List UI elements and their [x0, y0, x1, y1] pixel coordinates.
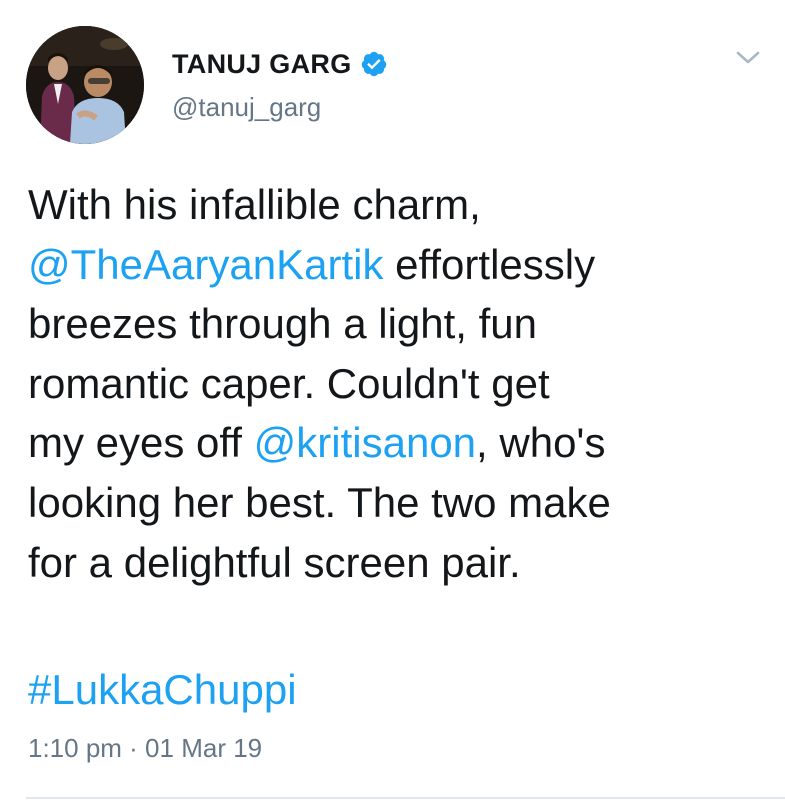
avatar-photo — [26, 26, 144, 144]
chevron-down-icon[interactable] — [733, 44, 763, 70]
tweet-text-line: With his infallible charm, — [28, 175, 748, 235]
tweet-text-segment: With his infallible charm, — [28, 181, 481, 228]
tweet-text-segment: effortlessly — [383, 240, 596, 288]
tweet-text-line: looking her best. The two make — [28, 473, 748, 533]
tweet-text-line: for a delightful screen pair. — [28, 533, 748, 593]
tweet-card: TANUJ GARG @tanuj_garg With his infallib… — [0, 0, 785, 800]
tweet-text-line: @TheAaryanKartik effortlessly — [28, 235, 748, 295]
avatar[interactable] — [26, 26, 144, 144]
tweet-text-segment: , who's — [476, 419, 606, 467]
divider — [26, 797, 785, 799]
tweet-text-segment: breezes through a light, fun — [28, 300, 538, 348]
tweet-text-segment: my eyes off — [28, 419, 254, 467]
mention-link[interactable]: @kritisanon — [254, 419, 476, 466]
tweet-text-segment: romantic caper. Couldn't get — [28, 359, 550, 407]
verified-badge-icon — [361, 51, 386, 77]
author-handle[interactable]: @tanuj_garg — [172, 92, 321, 123]
tweet-text-line: romantic caper. Couldn't get — [28, 354, 748, 414]
tweet-timestamp[interactable]: 1:10 pm · 01 Mar 19 — [28, 733, 262, 764]
tweet-text-line: breezes through a light, fun — [28, 294, 748, 354]
author-name-row: TANUJ GARG — [172, 44, 388, 84]
hashtag-line: #LukkaChuppi — [28, 660, 297, 720]
tweet-text-segment: looking her best. The two make — [28, 478, 611, 526]
tweet-text: With his infallible charm, @TheAaryanKart… — [28, 175, 748, 592]
hashtag-link[interactable]: #LukkaChuppi — [28, 666, 297, 713]
author-display-name[interactable]: TANUJ GARG — [172, 49, 352, 80]
tweet-text-line: my eyes off @kritisanon, who's — [28, 413, 748, 473]
tweet-text-segment: for a delightful screen pair. — [28, 538, 521, 586]
mention-link[interactable]: @TheAaryanKartik — [28, 241, 383, 288]
